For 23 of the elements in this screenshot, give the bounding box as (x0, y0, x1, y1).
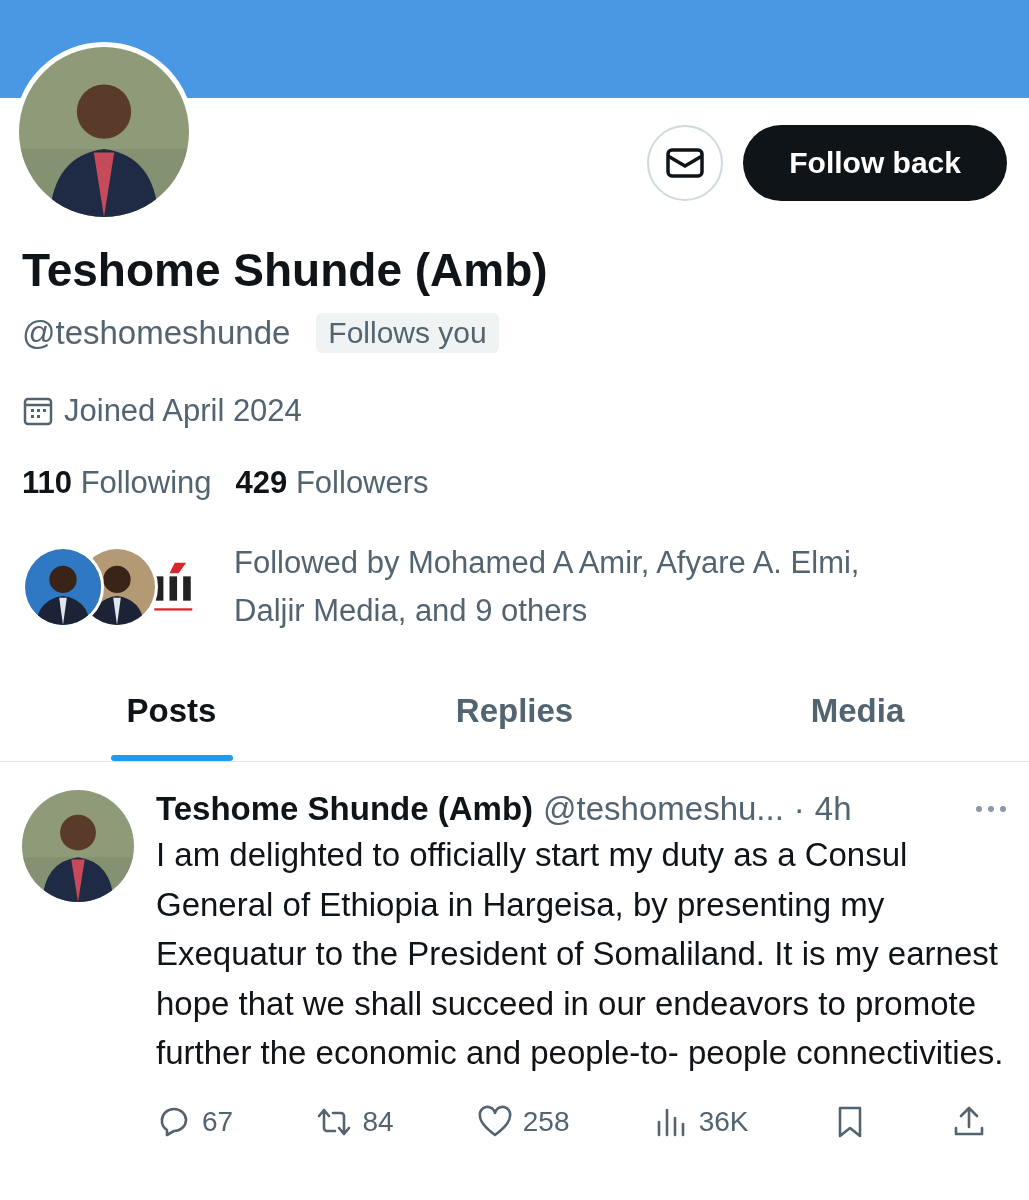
followed-by-text[interactable]: Followed by Mohamed A Amir, Afyare A. Elmi, Daljir Media, and 9 others (234, 539, 924, 635)
more-icon[interactable] (975, 805, 1007, 813)
profile-handle: @teshomeshunde (22, 314, 291, 352)
reply-button[interactable]: 67 (156, 1103, 234, 1140)
calendar-icon (22, 395, 54, 427)
stat-link[interactable]: 110 Following (22, 465, 212, 501)
repost-button[interactable]: 84 (316, 1103, 394, 1140)
stat-link[interactable]: 429 Followers (235, 465, 429, 501)
envelope-icon (666, 148, 705, 178)
post-time: 4h (814, 790, 852, 828)
follows-you-badge: Follows you (316, 313, 499, 353)
joined-date: Joined April 2024 (64, 393, 302, 429)
separator: · (793, 790, 805, 828)
tab[interactable]: Replies (343, 661, 686, 761)
like-button[interactable]: 258 (476, 1103, 570, 1140)
tab[interactable]: Posts (0, 661, 343, 761)
tab[interactable]: Media (686, 661, 1029, 761)
post-text: I am delighted to officially start my duty as a Consul General of Ethiopia in Hargeisa, by presenting my Exequatur to the President of Somaliland. It is my earnest hope that we shall succeed in our endeavors to promote further the economic and people-to- people connectivities. (156, 835, 1005, 1073)
follow-back-button[interactable]: Follow back (743, 125, 1007, 201)
views-button[interactable]: 36K (652, 1103, 749, 1140)
author-handle: @teshomeshu... (543, 790, 784, 828)
author-name: Teshome Shunde (Amb) (156, 790, 534, 828)
profile-name: Teshome Shunde (Amb) (22, 243, 549, 297)
